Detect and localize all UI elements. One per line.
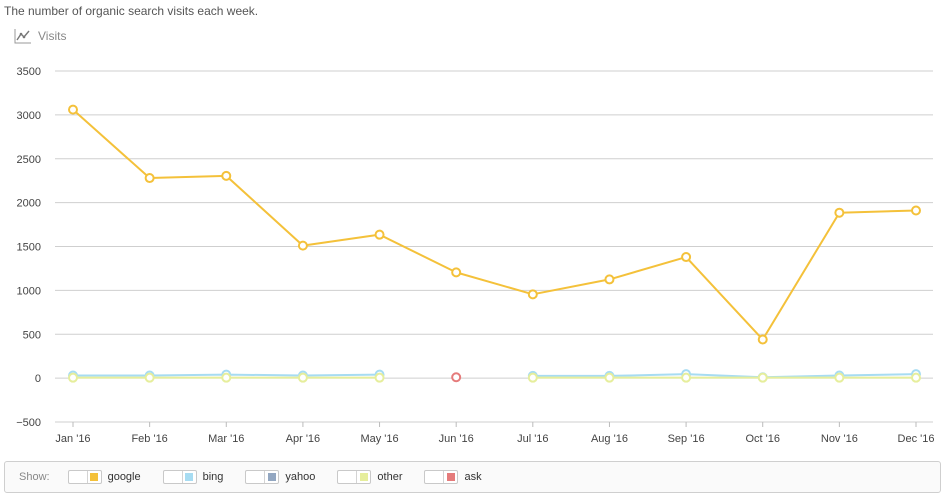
- bing-swatch: [185, 473, 194, 481]
- series-legend: Show: google bing yahoo other ask: [4, 461, 941, 493]
- y-tick-label: 2500: [17, 154, 41, 166]
- x-tick-label: Mar '16: [208, 433, 244, 445]
- x-tick-label: Jun '16: [439, 433, 474, 445]
- other-data-point: [374, 372, 385, 383]
- other-data-point: [144, 372, 155, 383]
- y-tick-label: 2000: [17, 198, 41, 210]
- other-data-point: [757, 372, 768, 383]
- legend-label-other: other: [377, 471, 403, 483]
- y-tick-label: 500: [23, 329, 41, 341]
- other-data-point: [297, 372, 308, 383]
- other-data-point: [527, 372, 538, 383]
- bing-toggle[interactable]: [162, 470, 197, 484]
- other-data-point: [834, 372, 845, 383]
- x-tick-label: Oct '16: [745, 433, 780, 445]
- legend-item-google[interactable]: google: [67, 470, 141, 484]
- legend-label-ask: ask: [464, 471, 482, 483]
- google-data-point: [757, 334, 768, 345]
- google-data-point: [911, 205, 921, 216]
- other-data-point: [911, 372, 921, 383]
- legend-label-bing: bing: [202, 471, 224, 483]
- line-chart-icon: [14, 28, 32, 44]
- y-tick-label: 0: [35, 373, 41, 385]
- legend-label-yahoo: yahoo: [285, 471, 316, 483]
- google-data-point: [681, 252, 692, 263]
- google-data-point: [297, 240, 308, 251]
- chart-subtitle: The number of organic search visits each…: [4, 4, 259, 18]
- legend-item-other[interactable]: other: [337, 470, 402, 484]
- metric-selector[interactable]: Visits: [14, 27, 66, 45]
- google-data-point: [527, 289, 538, 300]
- google-data-point: [834, 207, 845, 218]
- google-data-point: [374, 229, 385, 240]
- y-tick-label: 1500: [17, 242, 41, 254]
- ask-data-point: [451, 372, 462, 383]
- x-tick-label: May '16: [360, 433, 398, 445]
- y-tick-label: 1000: [17, 285, 41, 297]
- google-series-line: [72, 108, 917, 341]
- x-tick-label: Dec '16: [898, 433, 935, 445]
- legend-item-yahoo[interactable]: yahoo: [245, 470, 315, 484]
- google-data-point: [144, 173, 155, 184]
- x-tick-label: Apr '16: [286, 433, 321, 445]
- google-data-point: [221, 170, 232, 181]
- google-toggle[interactable]: [67, 470, 102, 484]
- google-data-point: [604, 274, 615, 285]
- legend-label-google: google: [107, 471, 141, 483]
- other-toggle[interactable]: [337, 470, 372, 484]
- y-tick-label: −500: [16, 417, 41, 429]
- google-data-point: [451, 267, 462, 278]
- legend-item-bing[interactable]: bing: [162, 470, 224, 484]
- other-data-point: [221, 372, 232, 383]
- metric-label: Visits: [38, 29, 67, 43]
- google-swatch: [90, 473, 99, 481]
- ask-swatch: [446, 473, 455, 481]
- yahoo-swatch: [267, 473, 276, 481]
- x-tick-label: Jul '16: [517, 433, 548, 445]
- y-tick-label: 3500: [17, 66, 41, 78]
- x-tick-label: Jan '16: [55, 433, 90, 445]
- other-data-point: [681, 372, 692, 383]
- x-tick-label: Nov '16: [821, 433, 858, 445]
- line-chart: 3500 3000 2500 2000 1500 1000 500 0 −500 Jan '16 F…: [16, 66, 935, 445]
- google-data-point: [68, 104, 78, 115]
- x-tick-label: Sep '16: [668, 433, 705, 445]
- other-data-point: [68, 372, 78, 383]
- legend-show-label: Show:: [19, 471, 50, 483]
- legend-item-ask[interactable]: ask: [424, 470, 482, 484]
- x-tick-label: Aug '16: [591, 433, 628, 445]
- y-tick-label: 3000: [17, 110, 41, 122]
- yahoo-toggle[interactable]: [245, 470, 280, 484]
- x-tick-label: Feb '16: [131, 433, 167, 445]
- ask-toggle[interactable]: [424, 470, 459, 484]
- other-swatch: [359, 473, 368, 481]
- other-data-point: [604, 372, 615, 383]
